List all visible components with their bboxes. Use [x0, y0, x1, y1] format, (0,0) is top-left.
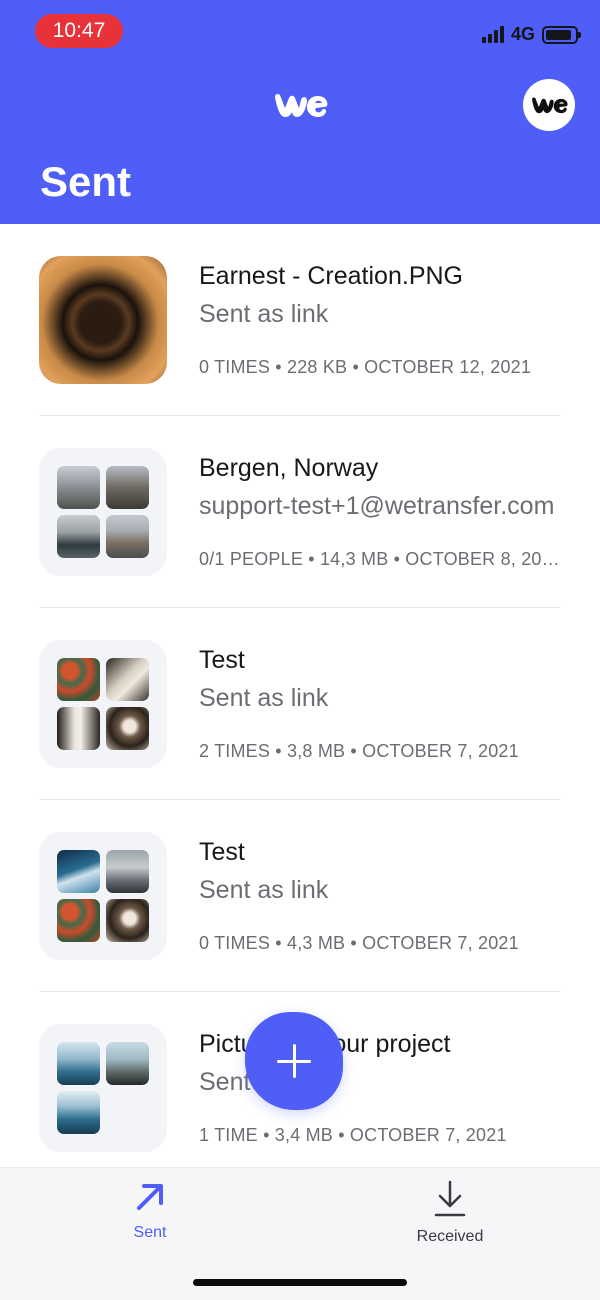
thumbnail-image — [57, 515, 100, 558]
transfer-thumbnail — [39, 448, 167, 576]
transfer-title: Earnest - Creation.PNG — [199, 262, 463, 290]
thumbnail-image — [57, 1091, 100, 1134]
transfer-thumbnail — [39, 832, 167, 960]
download-icon — [434, 1180, 466, 1217]
wetransfer-avatar-logo — [532, 97, 568, 114]
tab-received[interactable]: Received — [370, 1180, 530, 1246]
thumbnail-image — [57, 850, 100, 893]
transfer-thumbnail — [39, 640, 167, 768]
plus-icon — [277, 1044, 311, 1078]
new-transfer-button[interactable] — [245, 1012, 343, 1110]
tab-label: Received — [416, 1228, 484, 1245]
home-indicator — [193, 1279, 407, 1286]
thumbnail-image — [106, 899, 149, 942]
transfer-row[interactable]: Bergen, Norway support-test+1@wetransfer… — [0, 416, 600, 608]
thumbnail-image — [106, 707, 149, 750]
thumbnail-image — [57, 658, 100, 701]
transfer-row[interactable]: Test Sent as link 0 TIMES • 4,3 MB • OCT… — [0, 800, 600, 992]
battery-icon — [542, 25, 581, 44]
transfer-subtitle: Sent as link — [199, 300, 329, 328]
thumbnail-image — [57, 1042, 100, 1085]
app-header: 10:47 4G Sent — [0, 0, 600, 224]
signal-icon — [481, 26, 504, 43]
transfer-title: Bergen, Norway — [199, 454, 379, 482]
thumbnail-image — [106, 1042, 149, 1085]
thumbnail-image — [57, 466, 100, 509]
transfer-meta: 2 TIMES • 3,8 MB • OCTOBER 7, 2021 — [199, 741, 519, 761]
transfer-meta: 0 TIMES • 4,3 MB • OCTOBER 7, 2021 — [199, 933, 519, 953]
transfer-row[interactable]: Earnest - Creation.PNG Sent as link 0 TI… — [0, 224, 600, 416]
thumbnail-image — [106, 658, 149, 701]
account-avatar-button[interactable] — [523, 79, 575, 131]
transfer-row[interactable]: Test Sent as link 2 TIMES • 3,8 MB • OCT… — [0, 608, 600, 800]
page-title: Sent — [40, 158, 132, 205]
status-time: 10:47 — [35, 14, 123, 48]
status-indicators: 4G — [481, 24, 581, 45]
thumbnail-image — [106, 466, 149, 509]
thumbnail-image — [106, 515, 149, 558]
transfer-subtitle: Sent as link — [199, 684, 329, 712]
transfer-subtitle: support-test+1@wetransfer.com — [199, 492, 555, 520]
tab-label: Sent — [133, 1224, 167, 1241]
network-label: 4G — [510, 24, 535, 44]
wetransfer-logo — [275, 93, 328, 117]
tab-sent[interactable]: Sent — [70, 1180, 230, 1242]
transfer-title: Test — [199, 838, 245, 866]
thumbnail-image — [57, 707, 100, 750]
transfer-meta: 0 TIMES • 228 KB • OCTOBER 12, 2021 — [199, 357, 532, 377]
transfer-meta: 0/1 PEOPLE • 14,3 MB • OCTOBER 8, 2021 — [199, 549, 561, 569]
thumbnail-image — [57, 899, 100, 942]
transfer-thumbnail — [39, 1024, 167, 1152]
arrow-up-right-icon — [137, 1184, 163, 1210]
transfer-title: Test — [199, 646, 245, 674]
thumbnail-image — [106, 850, 149, 893]
transfer-subtitle: Sent as link — [199, 876, 329, 904]
transfer-meta: 1 TIME • 3,4 MB • OCTOBER 7, 2021 — [199, 1125, 507, 1145]
transfer-thumbnail — [39, 256, 167, 384]
